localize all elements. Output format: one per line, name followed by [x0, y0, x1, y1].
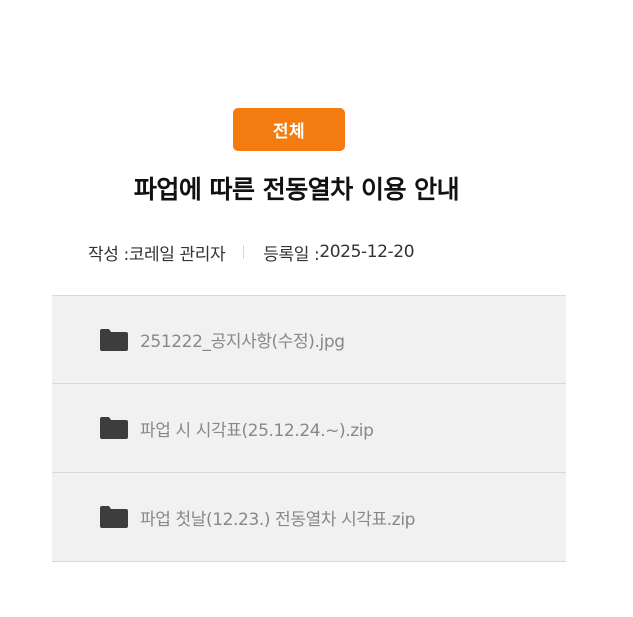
- author-label: 작성 :: [88, 244, 129, 265]
- folder-icon: [100, 506, 128, 528]
- author-name: 코레일 관리자: [128, 244, 226, 265]
- attachment-item[interactable]: 파업 첫날(12.23.) 전동열차 시각표.zip: [52, 473, 566, 562]
- attachment-list: 251222_공지사항(수정).jpg 파업 시 시각표(25.12.24.~)…: [52, 295, 566, 562]
- folder-icon: [100, 328, 128, 351]
- attachment-link[interactable]: 파업 첫날(12.23.) 전동열차 시각표.zip: [140, 505, 415, 530]
- post-meta: 작성 : 코레일 관리자 등록일 : 2025-12-20: [88, 238, 415, 266]
- attachment-item[interactable]: 파업 시 시각표(25.12.24.~).zip: [52, 384, 566, 473]
- meta-divider: [243, 245, 245, 259]
- notice-detail: 전체 파업에 따른 전동열차 이용 안내 작성 : 코레일 관리자 등록일 : …: [0, 0, 633, 617]
- folder-icon: [100, 417, 128, 439]
- date-label: 등록일 :: [263, 244, 320, 265]
- attachment-link[interactable]: 251222_공지사항(수정).jpg: [140, 327, 345, 352]
- post-date: 2025-12-20: [319, 242, 415, 262]
- post-title: 파업에 따른 전동열차 이용 안내: [133, 175, 460, 204]
- attachment-link[interactable]: 파업 시 시각표(25.12.24.~).zip: [140, 416, 374, 441]
- category-badge: 전체: [233, 108, 345, 151]
- attachment-item[interactable]: 251222_공지사항(수정).jpg: [52, 296, 566, 384]
